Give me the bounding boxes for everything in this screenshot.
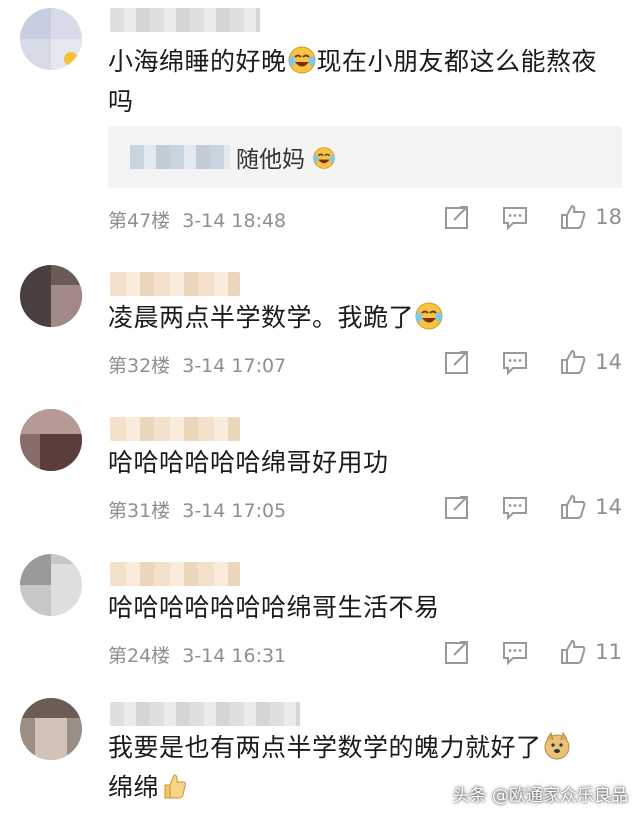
comment-actions: 14 [443, 493, 622, 521]
avatar[interactable] [20, 8, 82, 70]
comment-text: 凌晨两点半学数学。我跪了 [108, 298, 622, 338]
sub-reply-username[interactable] [130, 145, 230, 169]
laugh-cry-icon [415, 302, 443, 330]
laugh-cry-icon [288, 46, 316, 74]
doge-icon [544, 731, 570, 760]
comment-meta: 第47楼 3-14 18:48 [108, 206, 292, 233]
comment-meta: 第32楼 3-14 17:07 [108, 351, 292, 378]
like-count: 14 [595, 495, 622, 519]
comment-text: 小海绵睡的好晚 现在小朋友都这么能熬夜吗 [108, 46, 598, 116]
comment-actions: 14 [443, 348, 622, 376]
share-icon[interactable] [443, 638, 471, 666]
comment-meta: 第24楼 3-14 16:31 [108, 641, 292, 668]
sub-reply[interactable]: 随他妈 [108, 126, 622, 188]
reply-icon[interactable] [501, 203, 529, 231]
comment-31: 哈哈哈哈哈哈绵哥好用功 第31楼 3-14 17:05 14 [0, 395, 640, 535]
floor-number: 第24楼 [108, 645, 171, 667]
like-icon[interactable] [559, 493, 587, 521]
avatar[interactable] [20, 698, 82, 760]
reply-icon[interactable] [501, 348, 529, 376]
comment-text: 哈哈哈哈哈哈哈绵哥生活不易 [108, 593, 440, 622]
timestamp: 3-14 17:05 [182, 500, 287, 522]
like-count: 11 [595, 640, 622, 664]
share-icon[interactable] [443, 493, 471, 521]
avatar[interactable] [20, 554, 82, 616]
timestamp: 3-14 16:31 [182, 645, 287, 667]
watermark: 头条 @欧通家众乐良品 [452, 786, 628, 806]
username[interactable] [110, 702, 300, 726]
comment-actions: 18 [443, 203, 622, 231]
comment-meta: 第31楼 3-14 17:05 [108, 496, 292, 523]
comment-24: 哈哈哈哈哈哈哈绵哥生活不易 第24楼 3-14 16:31 11 [0, 540, 640, 680]
avatar[interactable] [20, 265, 82, 327]
like-icon[interactable] [559, 638, 587, 666]
comment-47: 小海绵睡的好晚 现在小朋友都这么能熬夜吗 随他妈 第47楼 3-14 18:48 … [0, 0, 640, 240]
thumbs-up-icon [164, 774, 186, 799]
share-icon[interactable] [443, 203, 471, 231]
username[interactable] [110, 562, 240, 586]
timestamp: 3-14 18:48 [182, 210, 287, 232]
reply-icon[interactable] [501, 638, 529, 666]
floor-number: 第47楼 [108, 210, 171, 232]
share-icon[interactable] [443, 348, 471, 376]
sub-reply-text: 随他妈 [236, 140, 336, 174]
username[interactable] [110, 8, 260, 32]
comment-32: 凌晨两点半学数学。我跪了 第32楼 3-14 17:07 14 [0, 250, 640, 390]
username[interactable] [110, 272, 240, 296]
comment-text: 哈哈哈哈哈哈绵哥好用功 [108, 448, 389, 477]
like-count: 14 [595, 350, 622, 374]
timestamp: 3-14 17:07 [182, 355, 287, 377]
like-count: 18 [595, 205, 622, 229]
like-icon[interactable] [559, 348, 587, 376]
comment-actions: 11 [443, 638, 622, 666]
like-icon[interactable] [559, 203, 587, 231]
reply-icon[interactable] [501, 493, 529, 521]
floor-number: 第32楼 [108, 355, 171, 377]
laugh-cry-icon [313, 147, 336, 169]
floor-number: 第31楼 [108, 500, 171, 522]
username[interactable] [110, 417, 240, 441]
avatar[interactable] [20, 409, 82, 471]
